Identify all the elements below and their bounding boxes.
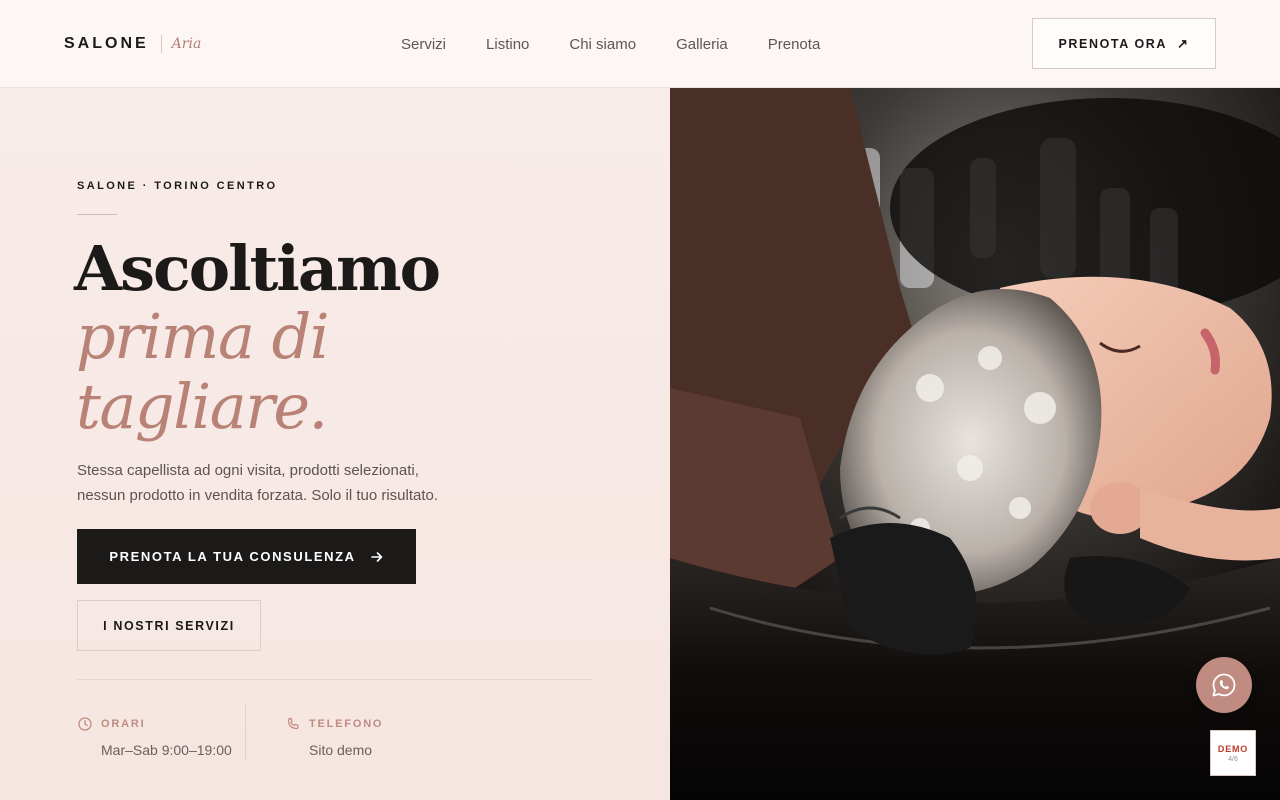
hero-lead: Stessa capellista ad ogni visita, prodot… bbox=[77, 458, 497, 508]
phone-info: TELEFONO Sito demo bbox=[285, 716, 383, 758]
demo-label: DEMO bbox=[1217, 743, 1249, 754]
hero-headline-accent-line1: prima di bbox=[76, 300, 330, 373]
hair-wash-photo bbox=[670, 88, 1280, 800]
phone-icon bbox=[287, 717, 299, 730]
hero-photo bbox=[670, 88, 1280, 800]
book-now-label: PRENOTA ORA bbox=[1058, 36, 1168, 51]
our-services-button[interactable]: I NOSTRI SERVIZI bbox=[77, 600, 261, 651]
nav-link-prenota[interactable]: Prenota bbox=[768, 36, 821, 53]
book-consultation-button[interactable]: PRENOTA LA TUA CONSULENZA bbox=[77, 529, 416, 584]
arrow-up-right-icon: ↗ bbox=[1177, 35, 1190, 51]
book-now-button[interactable]: PRENOTA ORA ↗ bbox=[1032, 18, 1216, 69]
nav-link-galleria[interactable]: Galleria bbox=[676, 36, 728, 53]
site-header: SALONE Aria Servizi Listino Chi siamo Ga… bbox=[0, 0, 1280, 88]
hero-lead-line1: Stessa capellista ad ogni visita, prodot… bbox=[77, 462, 419, 479]
demo-count: 4/6 bbox=[1228, 755, 1238, 763]
brand-logo[interactable]: SALONE Aria bbox=[64, 34, 202, 53]
nav-link-listino[interactable]: Listino bbox=[486, 36, 529, 53]
hero-headline-accent-line2: tagliare. bbox=[76, 370, 328, 443]
hero-eyebrow: SALONE · TORINO CENTRO bbox=[77, 180, 278, 192]
hours-label: ORARI bbox=[101, 718, 146, 730]
arrow-right-icon bbox=[370, 551, 382, 562]
brand-subtitle: Aria bbox=[171, 35, 202, 52]
book-consultation-label: PRENOTA LA TUA CONSULENZA bbox=[109, 549, 356, 564]
phone-value: Sito demo bbox=[309, 742, 373, 758]
phone-label: TELEFONO bbox=[309, 718, 384, 730]
info-column-divider bbox=[245, 704, 246, 760]
hero-headline-main: Ascoltiamo bbox=[74, 232, 441, 305]
brand-divider bbox=[160, 34, 162, 53]
eyebrow-divider bbox=[77, 214, 117, 215]
clock-icon bbox=[78, 717, 92, 731]
main-nav: Servizi Listino Chi siamo Galleria Preno… bbox=[401, 0, 820, 88]
brand-name: SALONE bbox=[64, 34, 149, 52]
whatsapp-button[interactable] bbox=[1196, 657, 1252, 713]
demo-badge[interactable]: DEMO 4/6 bbox=[1210, 730, 1256, 776]
hours-value: Mar–Sab 9:00–19:00 bbox=[101, 742, 232, 758]
hero-section bbox=[0, 88, 670, 800]
info-divider bbox=[77, 679, 592, 680]
nav-link-servizi[interactable]: Servizi bbox=[401, 36, 446, 53]
nav-link-chi-siamo[interactable]: Chi siamo bbox=[569, 36, 636, 53]
hero-lead-line2: nessun prodotto in vendita forzata. Solo… bbox=[77, 487, 439, 504]
whatsapp-icon bbox=[1212, 673, 1236, 697]
hours-info: ORARI Mar–Sab 9:00–19:00 bbox=[77, 716, 232, 758]
